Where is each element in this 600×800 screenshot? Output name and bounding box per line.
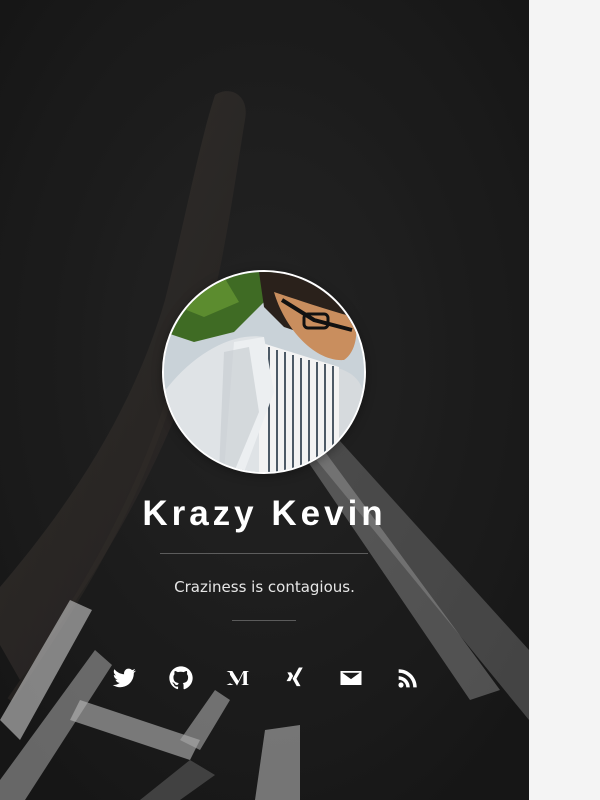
profile-name: Krazy Kevin (142, 494, 387, 533)
rss-icon (398, 669, 417, 688)
xing-icon (286, 667, 303, 687)
medium-icon (226, 671, 250, 686)
twitter-icon (112, 668, 137, 688)
profile-avatar (162, 270, 366, 474)
social-links (0, 664, 529, 694)
rss-link[interactable] (394, 664, 422, 692)
hero-panel: Krazy Kevin Craziness is contagious. (0, 0, 529, 800)
medium-link[interactable] (223, 664, 251, 692)
github-link[interactable] (167, 664, 195, 692)
xing-link[interactable] (280, 664, 308, 692)
content-area (529, 0, 600, 800)
mail-icon (340, 671, 362, 685)
page: Krazy Kevin Craziness is contagious. (0, 0, 600, 800)
profile-tagline: Craziness is contagious. (174, 578, 355, 596)
tagline-divider (232, 620, 296, 621)
github-icon (169, 666, 193, 690)
name-divider (160, 553, 368, 554)
twitter-link[interactable] (110, 664, 138, 692)
mail-link[interactable] (337, 664, 365, 692)
